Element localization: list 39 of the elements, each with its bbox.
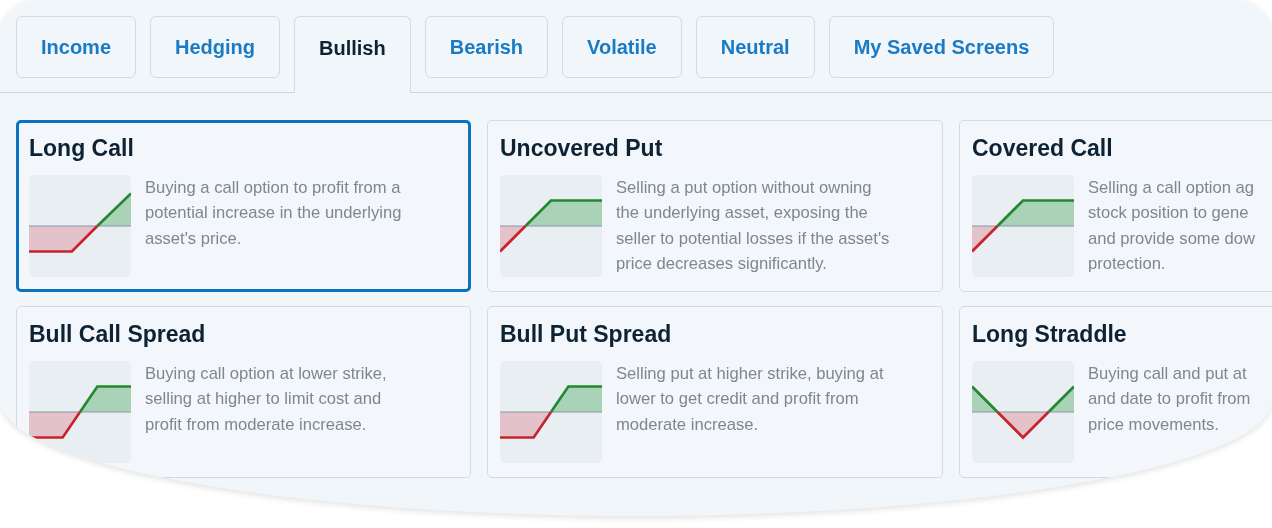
strategy-card[interactable]: Uncovered Put Selling a put option without owning the underlying asset, exposing the seller to potential losses if the asset's price decreases significantly. [487,120,943,292]
description-line: Buying a call option to profit from a [145,176,402,199]
strategy-card[interactable]: Long Call Buying a call option to profit from a potential increase in the underlying asset's price. [16,120,471,292]
category-tab[interactable]: Neutral [695,16,815,78]
category-tab[interactable]: Volatile [562,16,682,78]
description-line: price decreases significantly. [616,253,828,276]
category-tab[interactable]: My Saved Screens [828,16,1055,78]
card-title: Uncovered Put [500,135,664,163]
category-tab[interactable]: Bearish [424,16,549,78]
description-line: selling at higher to limit cost and [145,388,383,411]
card-title: Long Straddle [972,321,1128,349]
card-title: Bull Put Spread [500,321,673,349]
description-line: Selling a put option without owning [616,176,873,199]
card-title: Long Call [29,135,135,163]
description-line: protection. [1088,253,1167,276]
description-line: profit from moderate increase. [145,413,368,436]
description-line: lower to get credit and profit from [616,388,860,411]
card-title: Bull Call Spread [29,321,207,349]
description-line: seller to potential losses if the asset's [616,227,890,250]
description-line: stock position to gene [1088,202,1250,225]
strategy-card[interactable]: Long Straddle Buying call and put at and date to profit from price movements. [959,306,1272,478]
description-line: Selling a call option ag [1088,176,1255,199]
strategy-card[interactable]: Bull Call Spread Buying call option at lower strike, selling at higher to limit cost and profit from moderate increase. [16,306,471,478]
description-line: and date to profit from [1088,388,1251,411]
description-line: and provide some dow [1088,227,1255,250]
description-line: Selling put at higher strike, buying at [616,362,884,385]
description-line: Buying call option at lower strike, [145,362,387,385]
card-title: Covered Call [972,135,1114,163]
category-tab[interactable]: Income [16,16,137,78]
description-line: price movements. [1088,413,1220,436]
description-line: asset's price. [145,227,243,250]
description-line: potential increase in the underlying [145,202,402,225]
description-line: Buying call and put at [1088,362,1248,385]
strategy-card[interactable]: Covered Call Selling a call option ag stock position to gene and provide some dow protection. [959,120,1272,292]
category-tab[interactable]: Hedging [150,16,281,78]
description-line: moderate increase. [616,413,760,436]
description-line: the underlying asset, exposing the [616,202,869,225]
strategy-card[interactable]: Bull Put Spread Selling put at higher strike, buying at lower to get credit and profit from moderate increase. [487,306,943,478]
category-tab[interactable]: Bullish [294,16,411,93]
